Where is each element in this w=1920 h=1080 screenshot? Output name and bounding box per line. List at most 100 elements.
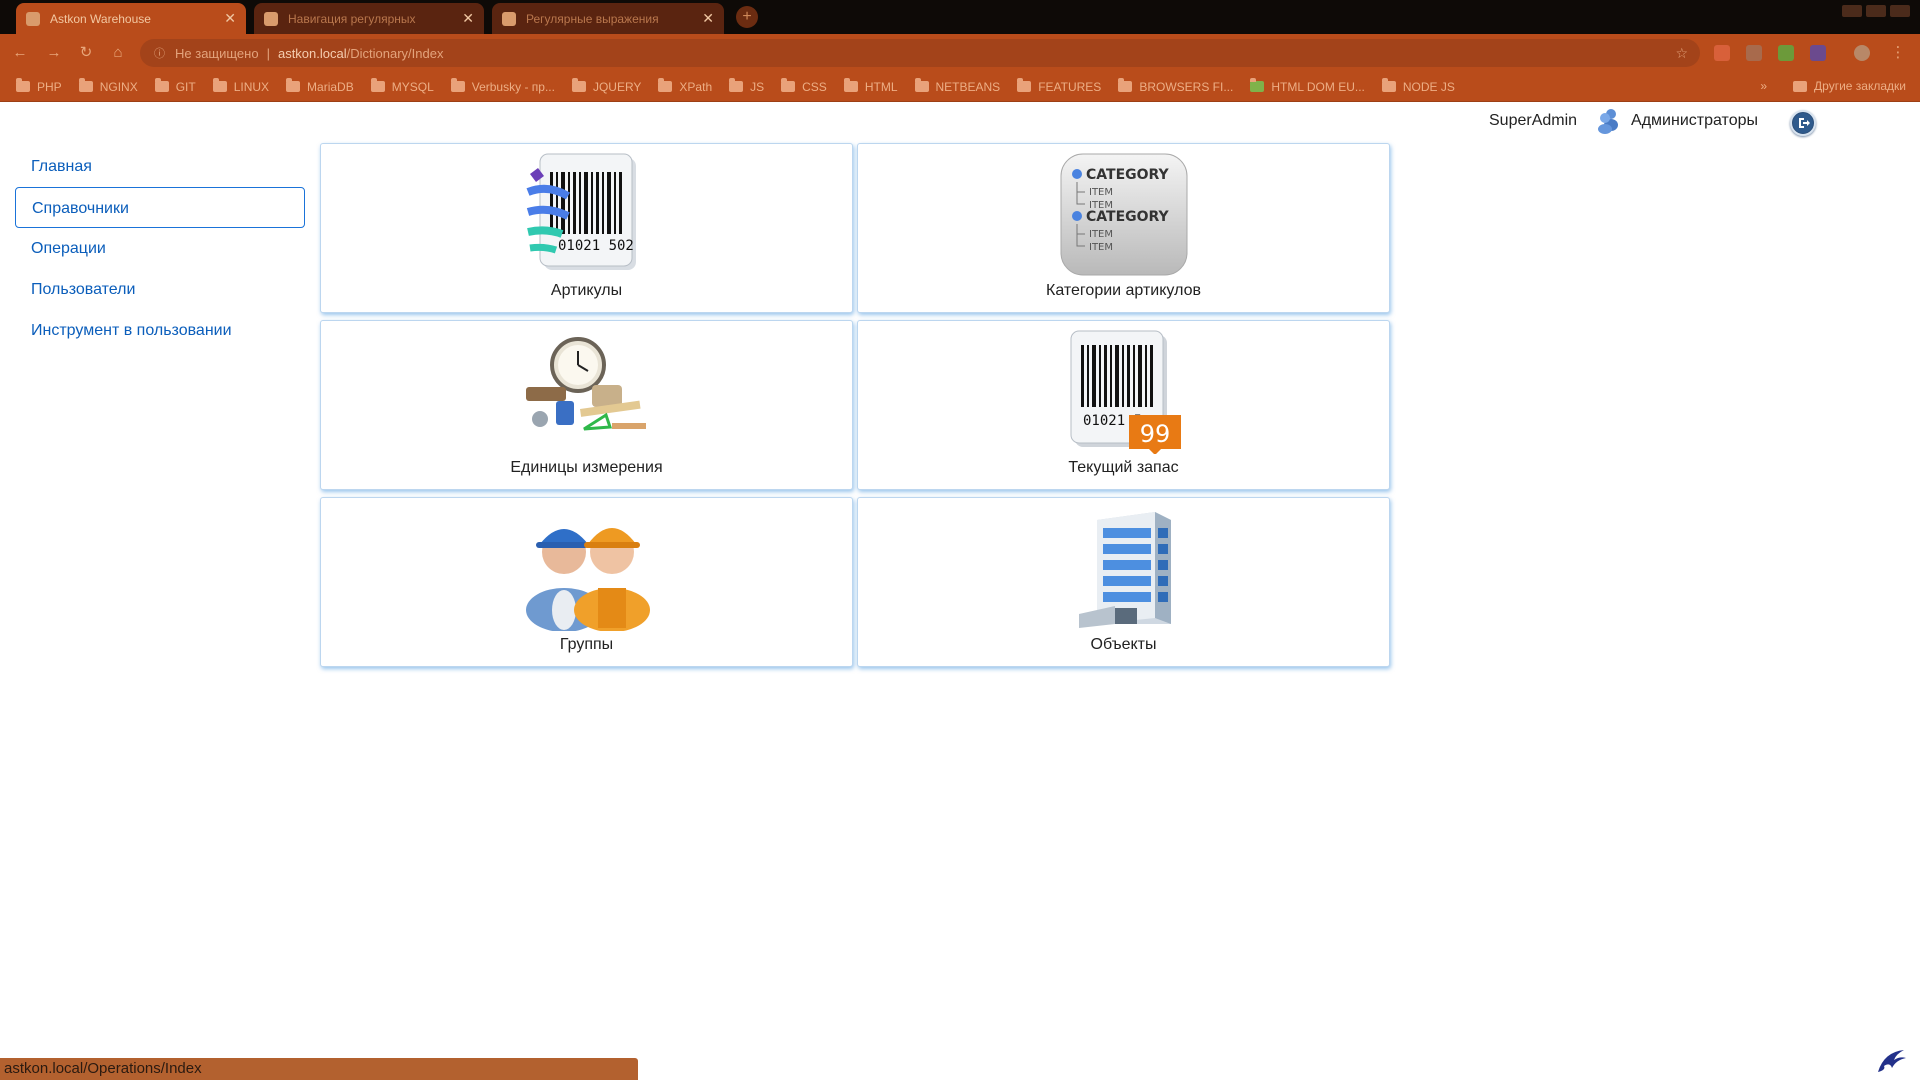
sidebar-item-operations[interactable]: Операции xyxy=(15,228,305,269)
minimize-button[interactable] xyxy=(1842,5,1862,17)
folder-icon xyxy=(1381,78,1396,92)
bookmark-label: JQUERY xyxy=(592,79,642,94)
forward-icon[interactable]: → xyxy=(44,43,64,63)
bookmark-folder[interactable]: CSS xyxy=(781,78,827,94)
bookmark-label: NODE JS xyxy=(1402,79,1455,94)
folder-icon xyxy=(16,78,30,92)
user-group-name: Администраторы xyxy=(1631,112,1758,129)
tile-articles[interactable]: 01021 502 Артикулы xyxy=(320,143,853,313)
office-building-icon xyxy=(1078,512,1171,628)
bookmark-label: BROWSERS FI... xyxy=(1139,79,1234,94)
tile-label: Объекты xyxy=(1090,636,1157,653)
address-bar[interactable]: ⓘ Не защищено | astkon.local /Dictionary… xyxy=(140,39,1700,67)
tile-label: Группы xyxy=(559,636,614,653)
sidebar-item-users[interactable]: Пользователи xyxy=(15,269,305,310)
bookmark-folder[interactable]: BROWSERS FI... xyxy=(1118,78,1234,94)
folder-icon xyxy=(1017,78,1032,92)
tile-units-of-measure[interactable]: Единицы измерения xyxy=(320,320,853,490)
bookmark-label: GIT xyxy=(175,79,196,94)
home-icon[interactable]: ⌂ xyxy=(108,43,128,63)
browser-toolbar: ← → ↻ ⌂ ⓘ Не защищено | astkon.local /Di… xyxy=(0,34,1920,72)
bookmark-folder[interactable]: GIT xyxy=(154,78,196,94)
browser-tab-2[interactable]: Навигация регулярных ✕ xyxy=(254,3,484,34)
folder-icon xyxy=(571,78,586,92)
logout-button[interactable] xyxy=(1790,110,1816,136)
barcode-number: 01021 502 xyxy=(558,238,634,254)
sidebar-nav: Главная Справочники Операции Пользовател… xyxy=(15,146,305,351)
bookmark-link[interactable]: Verbusky - пр... xyxy=(450,78,555,94)
bookmark-folder[interactable]: JQUERY xyxy=(571,78,642,94)
tab-favicon-icon xyxy=(264,11,278,26)
browser-tab-1[interactable]: Astkon Warehouse ✕ xyxy=(16,3,246,34)
extension-icon[interactable] xyxy=(1778,45,1794,61)
logout-icon xyxy=(1793,113,1813,133)
tile-article-categories[interactable]: CATEGORY ITEM ITEM CATEGORY ITEM ITEM Ка… xyxy=(857,143,1390,313)
window-controls xyxy=(1842,5,1910,17)
tab-close-icon[interactable]: ✕ xyxy=(702,10,714,27)
sidebar-item-home[interactable]: Главная xyxy=(15,146,305,187)
bookmark-label: NETBEANS xyxy=(935,79,1001,94)
bookmark-label: LINUX xyxy=(233,79,270,94)
item-text: ITEM xyxy=(1089,242,1113,253)
tab-close-icon[interactable]: ✕ xyxy=(224,10,236,27)
page-icon xyxy=(658,78,673,92)
profile-avatar[interactable] xyxy=(1854,45,1870,61)
more-bookmarks-icon[interactable]: » xyxy=(1760,79,1767,93)
folder-icon xyxy=(212,78,227,92)
new-tab-button[interactable]: + xyxy=(736,6,758,28)
folder-icon xyxy=(78,78,93,92)
folder-icon xyxy=(914,78,929,92)
maximize-button[interactable] xyxy=(1866,5,1886,17)
stock-badge: 99 xyxy=(1139,420,1170,448)
url-path: /Dictionary/Index xyxy=(346,45,444,61)
bookmark-label: NGINX xyxy=(99,79,138,94)
tab-close-icon[interactable]: ✕ xyxy=(462,10,474,27)
bookmark-label: MariaDB xyxy=(307,79,354,94)
reload-icon[interactable]: ↻ xyxy=(76,43,96,63)
bookmark-link[interactable]: XPath xyxy=(658,78,712,94)
extension-icon[interactable] xyxy=(1810,45,1826,61)
other-bookmarks[interactable]: » Другие закладки xyxy=(1760,79,1906,93)
tile-objects[interactable]: Объекты xyxy=(857,497,1390,667)
extension-icon[interactable] xyxy=(1714,45,1730,61)
tile-label: Категории артикулов xyxy=(1046,282,1201,299)
tab-favicon-icon xyxy=(502,11,516,26)
category-list-icon: CATEGORY ITEM ITEM CATEGORY ITEM ITEM xyxy=(1060,153,1187,276)
page-icon xyxy=(450,78,465,92)
username: SuperAdmin xyxy=(1489,112,1578,129)
sidebar-item-tools-in-use[interactable]: Инструмент в пользовании xyxy=(15,310,305,351)
bookmark-folder[interactable]: NETBEANS xyxy=(914,78,1001,94)
bookmark-folder[interactable]: MariaDB xyxy=(286,78,354,94)
browser-tab-strip: Astkon Warehouse ✕ Навигация регулярных … xyxy=(0,0,1920,34)
tile-current-stock[interactable]: 01021 5 99 Текущий запас xyxy=(857,320,1390,490)
bookmark-label: Другие закладки xyxy=(1814,79,1906,93)
close-window-button[interactable] xyxy=(1890,5,1910,17)
tile-label: Артикулы xyxy=(550,282,623,299)
tile-label: Текущий запас xyxy=(1068,459,1179,476)
item-text: ITEM xyxy=(1089,229,1113,240)
sidebar-item-dictionaries[interactable]: Справочники xyxy=(15,187,305,228)
bookmark-link[interactable]: HTML DOM EU... xyxy=(1250,78,1365,94)
bookmark-folder[interactable]: FEATURES xyxy=(1017,78,1102,94)
workers-group-icon xyxy=(525,528,650,631)
menu-dots-icon[interactable]: ⋮ xyxy=(1888,43,1908,63)
measuring-tools-icon xyxy=(525,337,646,431)
bookmark-folder[interactable]: PHP xyxy=(16,78,62,94)
separator: | xyxy=(266,45,270,61)
bookmark-folder[interactable]: NODE JS xyxy=(1381,78,1455,94)
bookmark-folder[interactable]: HTML xyxy=(843,78,898,94)
bookmark-folder[interactable]: JS xyxy=(729,78,764,94)
security-label: Не защищено xyxy=(175,45,259,61)
back-icon[interactable]: ← xyxy=(10,43,30,63)
bookmark-folder[interactable]: LINUX xyxy=(212,78,270,94)
info-icon[interactable]: ⓘ xyxy=(154,45,165,61)
bookmark-folder[interactable]: NGINX xyxy=(78,78,138,94)
bookmark-label: HTML DOM EU... xyxy=(1271,79,1365,94)
browser-tab-3[interactable]: Регулярные выражения ✕ xyxy=(492,3,724,34)
bookmark-label: HTML xyxy=(864,79,898,94)
extension-icon[interactable] xyxy=(1746,45,1762,61)
tile-groups[interactable]: Группы xyxy=(320,497,853,667)
bookmark-star-icon[interactable]: ☆ xyxy=(1675,45,1688,62)
bookmark-folder[interactable]: MYSQL xyxy=(370,78,434,94)
bookmark-label: FEATURES xyxy=(1038,79,1102,94)
